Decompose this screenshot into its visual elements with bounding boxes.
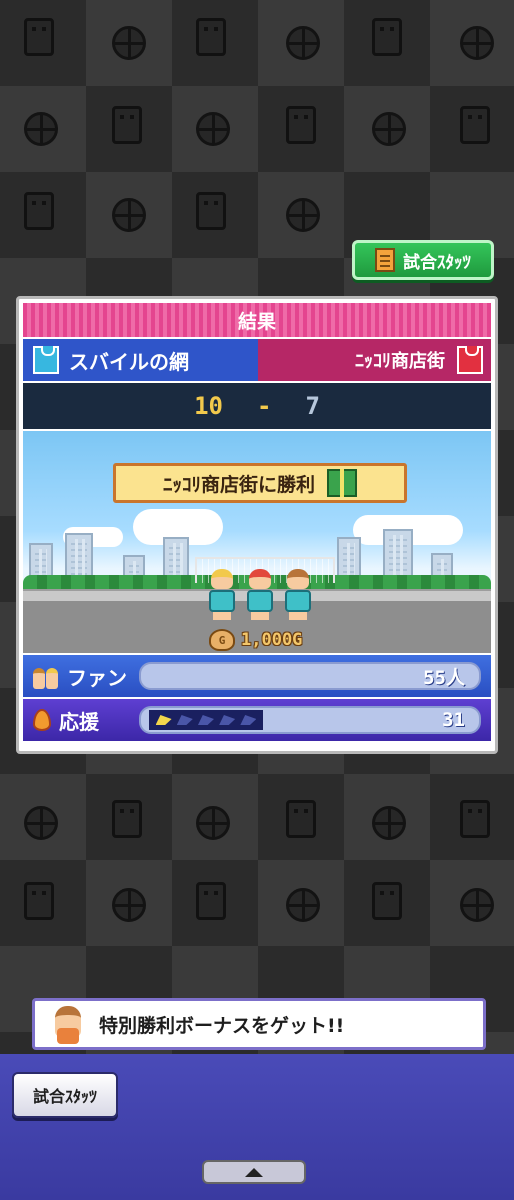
robot-pattern-icon (372, 18, 402, 56)
player-sprite (285, 569, 311, 620)
match-stats-button[interactable]: 試合ｽﾀｯﾂ (352, 240, 494, 280)
basketball-pattern-icon (196, 806, 230, 840)
result-panel: 結果 スバイルの網 ﾆｯｺﾘ商店街 10 - 7 ﾆｯｺﾘ商店街に勝利 G 1,… (16, 296, 498, 754)
basketball-pattern-icon (286, 198, 320, 232)
match-stats-bottom-label: 試合ｽﾀｯﾂ (32, 1087, 97, 1106)
cheer-row: 応援 31 (23, 699, 491, 741)
robot-pattern-icon (196, 882, 226, 920)
score-separator: - (257, 392, 272, 420)
bonus-message-box[interactable]: 特別勝利ボーナスをゲット!! (32, 998, 486, 1050)
match-stats-label: 試合ｽﾀｯﾂ (403, 252, 471, 273)
red-jersey-icon (457, 346, 483, 374)
victory-banner-text: ﾆｯｺﾘ商店街に勝利 (162, 473, 315, 496)
robot-pattern-icon (460, 800, 490, 838)
prize-money: G 1,000G (209, 629, 302, 651)
blue-jersey-icon (33, 346, 59, 374)
fans-value-box: 55人 (139, 662, 481, 690)
teams-row: スバイルの網 ﾆｯｺﾘ商店街 (23, 339, 491, 381)
match-stats-bottom-button[interactable]: 試合ｽﾀｯﾂ (12, 1072, 118, 1118)
result-header: 結果 (23, 303, 491, 337)
robot-pattern-icon (24, 192, 54, 230)
home-team-name: スバイルの網 (69, 349, 189, 374)
cheer-meter-segment (240, 715, 257, 725)
basketball-pattern-icon (196, 112, 230, 146)
cheer-value-box: 31 (139, 706, 481, 734)
robot-pattern-icon (112, 106, 142, 144)
gift-box-icon (327, 469, 357, 497)
robot-pattern-icon (196, 18, 226, 56)
collapse-handle[interactable] (202, 1160, 306, 1184)
cheer-meter (149, 710, 263, 730)
result-title: 結果 (237, 310, 276, 333)
bonus-message: 特別勝利ボーナスをゲット!! (99, 1014, 345, 1037)
cheer-value: 31 (442, 709, 465, 731)
robot-pattern-icon (24, 882, 54, 920)
away-team-name: ﾆｯｺﾘ商店街 (355, 351, 445, 372)
basketball-pattern-icon (24, 806, 58, 840)
cheer-label: 応援 (59, 709, 99, 734)
up-arrow-icon (245, 1167, 263, 1177)
basketball-pattern-icon (24, 112, 58, 146)
fans-icon (33, 666, 59, 689)
fans-label-group: ファン (33, 662, 129, 691)
robot-pattern-icon (460, 106, 490, 144)
flame-icon (33, 709, 51, 731)
basketball-pattern-icon (112, 198, 146, 232)
away-team: ﾆｯｺﾘ商店街 (258, 339, 491, 381)
fans-value: 55人 (423, 666, 465, 689)
basketball-pattern-icon (112, 26, 146, 60)
robot-pattern-icon (196, 192, 226, 230)
fans-row: ファン 55人 (23, 655, 491, 697)
away-score: 7 (305, 392, 320, 420)
player-sprite (247, 569, 273, 620)
basketball-pattern-icon (112, 888, 146, 922)
score-row: 10 - 7 (23, 383, 491, 429)
cheer-meter-segment (155, 715, 172, 725)
basketball-pattern-icon (286, 26, 320, 60)
victory-scene: ﾆｯｺﾘ商店街に勝利 G 1,000G (23, 431, 491, 653)
cheer-meter-segment (219, 715, 236, 725)
robot-pattern-icon (372, 882, 402, 920)
basketball-pattern-icon (372, 112, 406, 146)
home-score: 10 (194, 392, 223, 420)
player-sprite (209, 569, 235, 620)
basketball-pattern-icon (460, 888, 494, 922)
robot-pattern-icon (286, 106, 316, 144)
basketball-pattern-icon (460, 26, 494, 60)
cheer-label-group: 応援 (33, 706, 129, 735)
cheer-meter-segment (197, 715, 214, 725)
document-icon (375, 248, 395, 272)
cheer-meter-segment (176, 715, 193, 725)
robot-pattern-icon (286, 800, 316, 838)
assistant-girl-icon (51, 1004, 85, 1044)
basketball-pattern-icon (286, 888, 320, 922)
money-bag-icon: G (209, 629, 235, 651)
victory-banner: ﾆｯｺﾘ商店街に勝利 (113, 463, 407, 503)
basketball-pattern-icon (372, 806, 406, 840)
robot-pattern-icon (24, 18, 54, 56)
prize-money-value: 1,000G (241, 630, 303, 650)
robot-pattern-icon (112, 800, 142, 838)
home-team: スバイルの網 (23, 339, 258, 381)
fans-label: ファン (67, 665, 127, 690)
